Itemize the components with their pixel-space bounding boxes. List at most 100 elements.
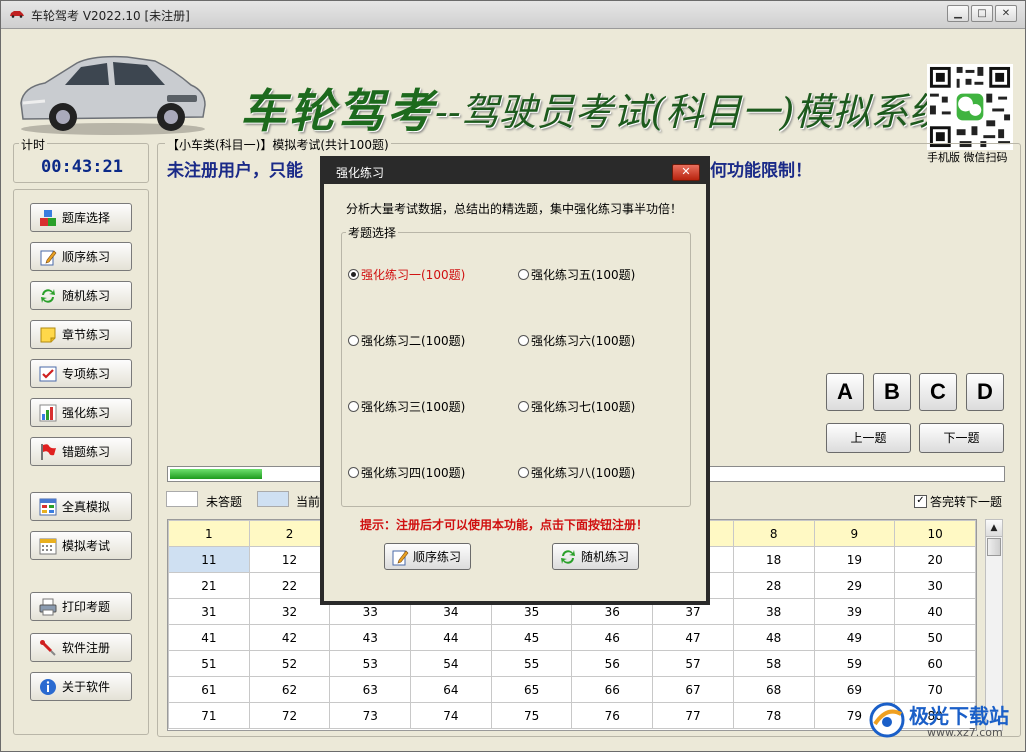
next-question-button[interactable]: 下一题 [919,423,1004,453]
question-cell[interactable]: 31 [168,598,250,625]
mock-exam-button[interactable]: 模拟考试 [30,531,132,560]
question-cell[interactable]: 35 [490,598,573,625]
question-cell[interactable]: 18 [732,546,815,573]
question-cell[interactable]: 41 [168,624,250,651]
prev-question-button[interactable]: 上一题 [826,423,911,453]
random-practice-button[interactable]: 随机练习 [30,281,132,310]
option-practice-6[interactable]: 强化练习六(100题) [518,332,635,349]
question-bank-button[interactable]: 题库选择 [30,203,132,232]
question-cell[interactable]: 1 [168,520,250,547]
option-practice-4[interactable]: 强化练习四(100题) [348,464,465,481]
question-cell[interactable]: 22 [248,572,331,599]
scroll-up-arrow-icon[interactable]: ▲ [986,520,1002,537]
question-cell[interactable]: 19 [813,546,896,573]
question-cell[interactable]: 2 [248,520,331,547]
question-cell[interactable]: 60 [894,650,976,677]
question-cell[interactable]: 68 [732,676,815,703]
option-practice-2[interactable]: 强化练习二(100题) [348,332,465,349]
question-cell[interactable]: 48 [732,624,815,651]
question-cell[interactable]: 21 [168,572,250,599]
question-cell[interactable]: 11 [168,546,250,573]
question-cell[interactable]: 9 [813,520,896,547]
maximize-button[interactable]: □ [971,5,993,22]
question-cell[interactable]: 47 [652,624,734,651]
software-register-button[interactable]: 软件注册 [30,633,132,662]
option-practice-3[interactable]: 强化练习三(100题) [348,398,465,415]
dialog-close-button[interactable]: ✕ [672,164,700,181]
scroll-thumb[interactable] [987,538,1001,556]
question-cell[interactable]: 43 [329,624,412,651]
minimize-button[interactable]: ▁ [947,5,969,22]
dialog-random-button[interactable]: 随机练习 [552,543,639,570]
question-cell[interactable]: 78 [732,702,815,729]
question-cell[interactable]: 46 [571,624,654,651]
question-cell[interactable]: 53 [329,650,412,677]
question-cell[interactable]: 34 [410,598,492,625]
question-cell[interactable]: 39 [813,598,896,625]
question-cell[interactable]: 50 [894,624,976,651]
intensive-practice-button[interactable]: 强化练习 [30,398,132,427]
question-cell[interactable]: 65 [490,676,573,703]
question-cell[interactable]: 30 [894,572,976,599]
question-cell[interactable]: 49 [813,624,896,651]
question-cell[interactable]: 59 [813,650,896,677]
question-cell[interactable]: 10 [894,520,976,547]
question-cell[interactable]: 20 [894,546,976,573]
question-cell[interactable]: 38 [732,598,815,625]
question-cell[interactable]: 74 [410,702,492,729]
chapter-practice-button[interactable]: 章节练习 [30,320,132,349]
question-cell[interactable]: 32 [248,598,331,625]
question-cell[interactable]: 55 [490,650,573,677]
question-cell[interactable]: 66 [571,676,654,703]
question-cell[interactable]: 64 [410,676,492,703]
question-cell[interactable]: 63 [329,676,412,703]
sequential-practice-button[interactable]: 顺序练习 [30,242,132,271]
question-cell[interactable]: 54 [410,650,492,677]
question-cell[interactable]: 51 [168,650,250,677]
topic-practice-button[interactable]: 专项练习 [30,359,132,388]
question-cell[interactable]: 77 [652,702,734,729]
question-cell[interactable]: 62 [248,676,331,703]
question-cell[interactable]: 29 [813,572,896,599]
question-cell[interactable]: 73 [329,702,412,729]
option-practice-7[interactable]: 强化练习七(100题) [518,398,635,415]
answer-c-button[interactable]: C [919,373,957,411]
question-cell[interactable]: 12 [248,546,331,573]
question-cell[interactable]: 45 [490,624,573,651]
question-cell[interactable]: 57 [652,650,734,677]
full-simulation-button[interactable]: 全真模拟 [30,492,132,521]
question-cell[interactable]: 72 [248,702,331,729]
question-cell[interactable]: 33 [329,598,412,625]
question-cell[interactable]: 28 [732,572,815,599]
answer-d-button[interactable]: D [966,373,1004,411]
question-cell[interactable]: 40 [894,598,976,625]
answer-b-button[interactable]: B [873,373,911,411]
question-cell[interactable]: 44 [410,624,492,651]
question-cell[interactable]: 67 [652,676,734,703]
question-cell[interactable]: 42 [248,624,331,651]
wrong-questions-button[interactable]: 错题练习 [30,437,132,466]
question-cell[interactable]: 52 [248,650,331,677]
nav-label: 强化练习 [62,406,111,420]
answer-a-button[interactable]: A [826,373,864,411]
question-cell[interactable]: 58 [732,650,815,677]
print-questions-button[interactable]: 打印考题 [30,592,132,621]
close-button[interactable]: ✕ [995,5,1017,22]
question-cell[interactable]: 75 [490,702,573,729]
question-cell[interactable]: 76 [571,702,654,729]
option-practice-5[interactable]: 强化练习五(100题) [518,266,635,283]
question-cell[interactable]: 37 [652,598,734,625]
question-cell[interactable]: 36 [571,598,654,625]
question-cell[interactable]: 56 [571,650,654,677]
car-image [20,55,206,135]
question-cell[interactable]: 8 [732,520,815,547]
dialog-sequential-button[interactable]: 顺序练习 [384,543,471,570]
about-software-button[interactable]: 关于软件 [30,672,132,701]
auto-next-checkbox[interactable]: ✓ 答完转下一题 [914,493,1002,510]
question-cell[interactable]: 71 [168,702,250,729]
dialog-intro: 分析大量考试数据，总结出的精选题，集中强化练习事半功倍！ [346,202,683,216]
option-practice-8[interactable]: 强化练习八(100题) [518,464,635,481]
question-cell[interactable]: 61 [168,676,250,703]
option-practice-1[interactable]: 强化练习一(100题) [348,266,465,283]
legend-unanswered-label: 未答题 [206,495,243,509]
